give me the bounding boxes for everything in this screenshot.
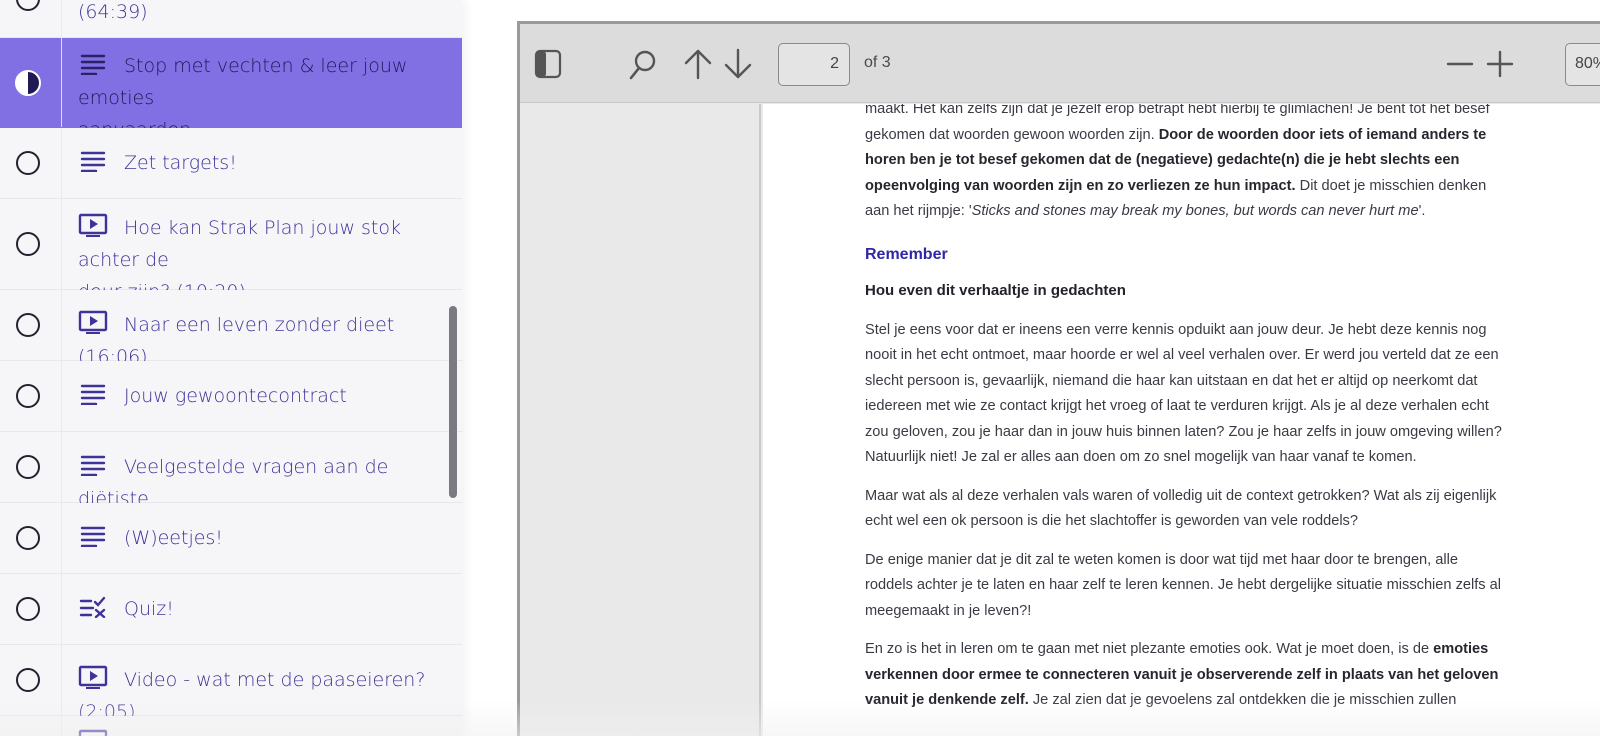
- incomplete-circle-icon[interactable]: [16, 526, 40, 550]
- lesson-item[interactable]: Jouw gewoontecontract: [0, 361, 462, 432]
- arrow-down-icon[interactable]: [723, 48, 753, 84]
- video-play-icon: [78, 665, 108, 689]
- lesson-sidebar: (64:39) Stop met vechten & leer jouw emo…: [0, 0, 462, 736]
- paragraph: De enige manier dat je dit zal te weten …: [865, 551, 1502, 619]
- page-number-input[interactable]: 2: [778, 43, 850, 86]
- lesson-item[interactable]: Naar een leven zonder dieet (16:06): [0, 290, 462, 368]
- lesson-item[interactable]: Veelgestelde vragen aan de diëtiste: [0, 432, 462, 510]
- status-column: [0, 716, 62, 736]
- text-lines-icon: [78, 454, 108, 477]
- sidebar-toggle-icon[interactable]: [534, 49, 562, 83]
- zoom-level-select[interactable]: 80%: [1565, 43, 1600, 86]
- remember-heading: Remember: [865, 245, 948, 263]
- status-column: [0, 290, 62, 360]
- lesson-title: Quiz!: [78, 593, 458, 625]
- page-text: maakt. Het kan zelfs zijn dat je jezelf …: [865, 104, 1505, 727]
- video-play-icon: [78, 729, 108, 736]
- status-column: [0, 128, 62, 198]
- lesson-item[interactable]: Quiz!: [0, 574, 462, 645]
- status-column: [0, 574, 62, 644]
- status-column: [0, 645, 62, 715]
- incomplete-circle-icon[interactable]: [16, 384, 40, 408]
- incomplete-circle-icon[interactable]: [16, 0, 40, 11]
- lesson-title: [78, 728, 458, 736]
- text-lines-icon: [78, 150, 108, 173]
- status-column: [0, 503, 62, 573]
- arrow-up-icon[interactable]: [683, 48, 713, 84]
- lesson-item[interactable]: Hoe kan Strak Plan jouw stok achter de d…: [0, 199, 462, 303]
- status-column: [0, 432, 62, 502]
- lesson-item-active[interactable]: Stop met vechten & leer jouw emoties aan…: [0, 38, 462, 141]
- incomplete-circle-icon[interactable]: [16, 668, 40, 692]
- lesson-item-partial[interactable]: [0, 716, 462, 736]
- pdf-page: maakt. Het kan zelfs zijn dat je jezelf …: [763, 104, 1600, 736]
- search-icon[interactable]: [628, 49, 658, 85]
- status-column: [0, 199, 62, 289]
- subheading: Hou even dit verhaaltje in gedachten: [865, 281, 1126, 299]
- paragraph: maakt. Het kan zelfs zijn dat je jezelf …: [865, 104, 1490, 219]
- incomplete-circle-icon[interactable]: [16, 313, 40, 337]
- lesson-title: Jouw gewoontecontract: [78, 380, 458, 412]
- lesson-item[interactable]: (W)eetjes!: [0, 503, 462, 574]
- lesson-title: (64:39): [78, 1, 148, 23]
- text-lines-icon: [78, 53, 108, 76]
- paragraph: Maar wat als al deze verhalen vals waren…: [865, 487, 1497, 530]
- zoom-in-icon[interactable]: [1485, 50, 1515, 82]
- text-lines-icon: [78, 383, 108, 406]
- incomplete-circle-icon[interactable]: [16, 455, 40, 479]
- thumbnail-pane: [520, 104, 761, 736]
- lesson-item[interactable]: Video - wat met de paaseieren? (2:05): [0, 645, 462, 723]
- video-play-icon: [78, 213, 108, 237]
- status-column: [0, 0, 62, 37]
- pdf-viewer: 2 of 3 80% maakt. Het kan zelfs zijn dat…: [517, 21, 1600, 736]
- lesson-item[interactable]: Zet targets!: [0, 128, 462, 199]
- incomplete-circle-icon[interactable]: [16, 151, 40, 175]
- lesson-item-partial[interactable]: (64:39): [0, 0, 462, 38]
- page-count-label: of 3: [864, 54, 891, 71]
- sidebar-scrollbar-thumb[interactable]: [449, 306, 457, 498]
- paragraph: Stel je eens voor dat er ineens een verr…: [865, 321, 1502, 466]
- incomplete-circle-icon[interactable]: [16, 232, 40, 256]
- paragraph: En zo is het in leren om te gaan met nie…: [865, 641, 1499, 708]
- quiz-check-icon: [78, 596, 108, 619]
- zoom-out-icon[interactable]: [1445, 52, 1475, 80]
- incomplete-circle-icon[interactable]: [16, 597, 40, 621]
- pdf-toolbar: 2 of 3 80%: [520, 24, 1600, 103]
- text-lines-icon: [78, 525, 108, 548]
- in-progress-half-circle-icon[interactable]: [15, 70, 41, 96]
- lesson-title: (W)eetjes!: [78, 522, 458, 554]
- lesson-title: Zet targets!: [78, 147, 458, 179]
- status-column: [0, 361, 62, 431]
- video-play-icon: [78, 310, 108, 334]
